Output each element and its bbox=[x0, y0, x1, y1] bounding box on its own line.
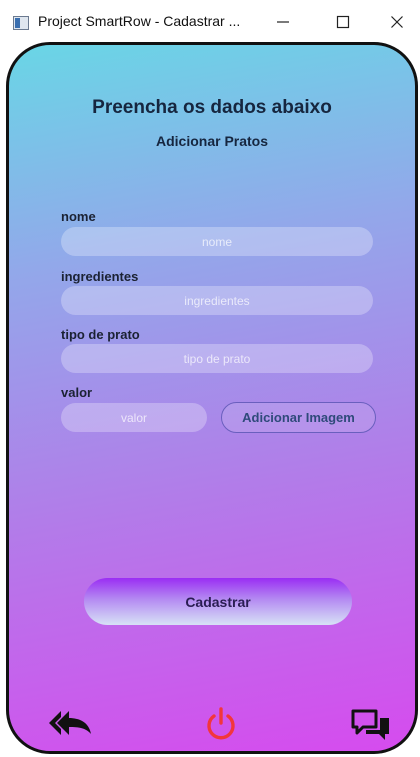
ingredientes-label: ingredientes bbox=[61, 269, 139, 284]
back-arrow-icon bbox=[49, 711, 91, 735]
window-titlebar: Project SmartRow - Cadastrar ... bbox=[0, 0, 420, 44]
valor-label: valor bbox=[61, 385, 93, 400]
tipo-de-prato-input[interactable] bbox=[61, 344, 373, 373]
maximize-icon bbox=[336, 15, 350, 29]
cadastrar-button[interactable]: Cadastrar bbox=[84, 578, 352, 625]
power-icon bbox=[207, 707, 235, 740]
power-button[interactable] bbox=[205, 707, 237, 743]
nome-label: nome bbox=[61, 209, 96, 224]
page-subtitle: Adicionar Pratos bbox=[155, 133, 269, 149]
close-icon bbox=[391, 16, 403, 28]
back-button[interactable] bbox=[47, 707, 93, 739]
window-title: Project SmartRow - Cadastrar ... bbox=[38, 13, 241, 29]
valor-input[interactable] bbox=[61, 403, 207, 432]
tipo-de-prato-label: tipo de prato bbox=[61, 327, 140, 342]
app-screen: Preencha os dados abaixo Adicionar Prato… bbox=[6, 42, 418, 754]
chat-icon bbox=[351, 709, 389, 740]
minimize-button[interactable] bbox=[268, 8, 298, 36]
page-title: Preencha os dados abaixo bbox=[92, 97, 332, 118]
app-icon bbox=[13, 16, 29, 30]
chat-button[interactable] bbox=[349, 707, 393, 745]
maximize-button[interactable] bbox=[328, 8, 358, 36]
nome-input[interactable] bbox=[61, 227, 373, 256]
add-image-button[interactable]: Adicionar Imagem bbox=[221, 402, 376, 433]
ingredientes-input[interactable] bbox=[61, 286, 373, 315]
close-button[interactable] bbox=[382, 8, 412, 36]
minimize-icon bbox=[277, 21, 289, 23]
